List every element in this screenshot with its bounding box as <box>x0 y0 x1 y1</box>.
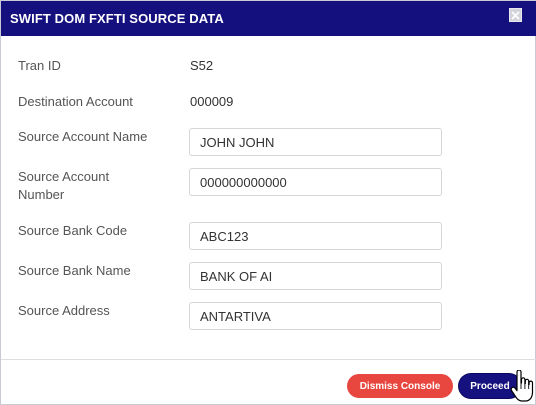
source-data-dialog: SWIFT DOM FXFTI SOURCE DATA Tran ID S52 … <box>0 0 536 405</box>
proceed-button[interactable]: Proceed <box>459 374 521 398</box>
source-bank-name-field[interactable] <box>189 262 442 290</box>
destination-account-label: Destination Account <box>18 94 133 109</box>
source-account-name-field[interactable] <box>189 128 442 156</box>
tran-id-label: Tran ID <box>18 58 61 73</box>
source-bank-name-label: Source Bank Name <box>18 263 131 278</box>
dialog-title: SWIFT DOM FXFTI SOURCE DATA <box>10 11 224 26</box>
source-account-number-label-line2: Number <box>18 187 65 202</box>
source-bank-code-label: Source Bank Code <box>18 223 128 238</box>
source-address-label: Source Address <box>18 303 110 318</box>
source-bank-code-field[interactable] <box>189 222 442 250</box>
source-account-name-label: Source Account Name <box>18 129 148 144</box>
source-address-field[interactable] <box>189 302 442 330</box>
footer-divider <box>1 359 536 360</box>
dialog-header: SWIFT DOM FXFTI SOURCE DATA <box>1 1 536 36</box>
source-account-number-field[interactable] <box>189 168 442 196</box>
source-account-number-label-line1: Source Account <box>18 169 110 184</box>
close-icon <box>511 10 520 20</box>
close-button[interactable] <box>509 8 522 22</box>
tran-id-value: S52 <box>190 58 214 73</box>
destination-account-value: 000009 <box>190 94 234 109</box>
dismiss-console-button[interactable]: Dismiss Console <box>347 374 453 398</box>
